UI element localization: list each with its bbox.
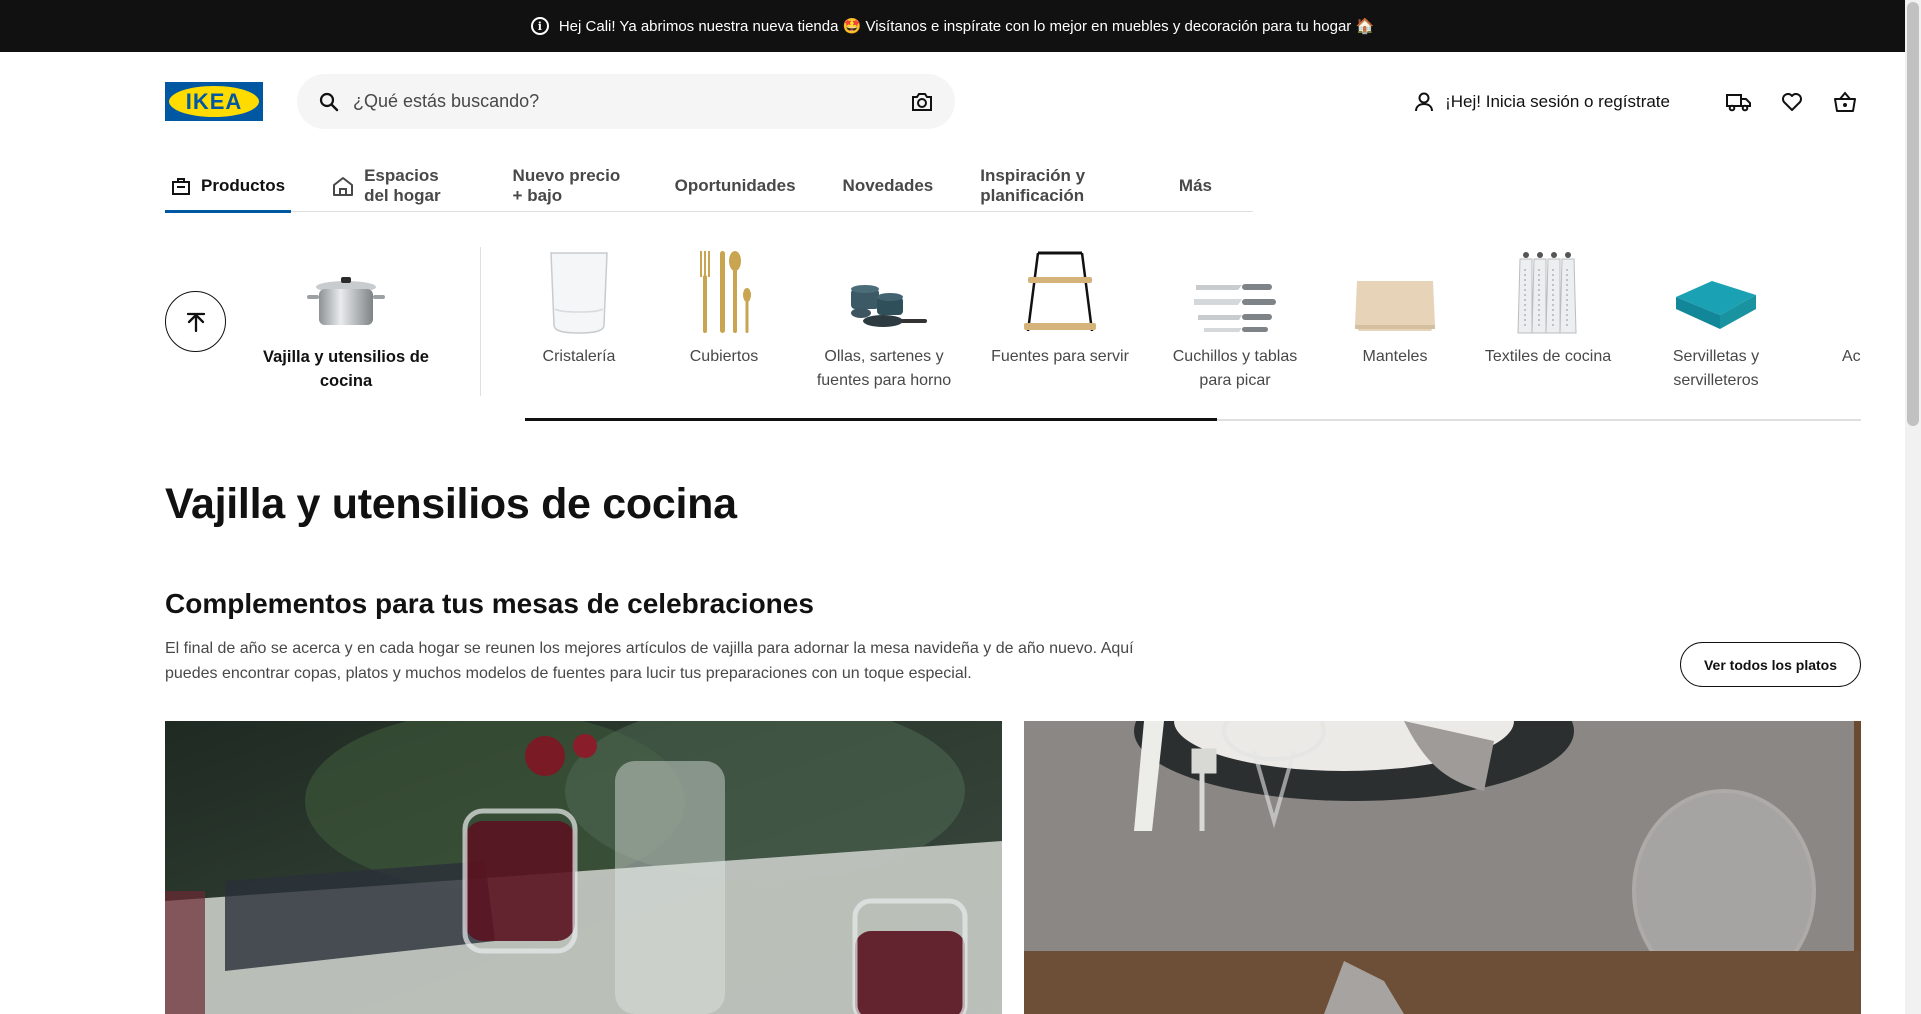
info-icon: i [530, 17, 549, 35]
camera-icon[interactable] [911, 92, 933, 112]
cookware-image [839, 245, 929, 335]
tab-mas[interactable]: Más [1173, 160, 1218, 212]
table-setting-photo[interactable] [1024, 721, 1861, 1014]
tab-label: Productos [201, 175, 286, 195]
category-label: Ac [1842, 348, 1861, 365]
heart-icon[interactable] [1774, 84, 1810, 120]
search-bar[interactable] [297, 74, 955, 129]
celebration-table-photo[interactable] [165, 721, 1002, 1014]
login-link[interactable]: ¡Hej! Inicia sesión o regístrate [1413, 91, 1670, 113]
tab-productos[interactable]: Productos [165, 160, 292, 213]
tab-espacios-del-hogar[interactable]: Espacios del hogar [326, 160, 471, 212]
knives-image [1190, 245, 1280, 335]
ikea-logo[interactable]: IKEA [165, 82, 263, 121]
truck-icon[interactable] [1721, 84, 1757, 120]
arrow-up-left-icon [185, 311, 207, 333]
category-current[interactable]: Vajilla y utensilios de cocina [258, 245, 434, 393]
header-actions: ¡Hej! Inicia sesión o regístrate [1413, 84, 1863, 120]
announcement-text: Hej Cali! Ya abrimos nuestra nueva tiend… [558, 18, 1375, 35]
logo-text: IKEA [185, 88, 243, 114]
category-fuentes-servir[interactable]: Fuentes para servir [988, 245, 1132, 369]
tab-label: Oportunidades [674, 175, 796, 195]
login-label: ¡Hej! Inicia sesión o regístrate [1445, 92, 1670, 111]
tab-label: Nuevo precio + bajo [512, 165, 621, 205]
back-button[interactable] [165, 291, 226, 352]
cutlery-image [694, 245, 754, 335]
main-nav: Productos Espacios del hogar Nuevo preci… [165, 160, 1253, 213]
tab-label: Más [1178, 175, 1212, 195]
category-label: Cristalería [542, 348, 616, 365]
glass-image [543, 245, 615, 335]
category-cuchillos-tablas[interactable]: Cuchillos y tablas para picar [1162, 245, 1308, 393]
category-label: Servilletas y servilleteros [1672, 348, 1760, 389]
tab-label: Inspiración y planificación [980, 165, 1086, 205]
announcement-bar[interactable]: i Hej Cali! Ya abrimos nuestra nueva tie… [0, 0, 1905, 52]
pot-image [301, 245, 391, 335]
category-partial[interactable]: Ac [1842, 245, 1861, 369]
page-title: Vajilla y utensilios de cocina [165, 480, 737, 528]
category-label: Cubiertos [689, 348, 759, 365]
category-label: Vajilla y utensilios de cocina [263, 348, 429, 390]
tab-label: Espacios del hogar [364, 165, 441, 205]
category-cristaleria[interactable]: Cristalería [529, 245, 629, 369]
category-divider [480, 247, 481, 396]
scrollbar-thumb[interactable] [1907, 2, 1919, 426]
page-scrollbar[interactable] [1905, 0, 1921, 1014]
category-cubiertos[interactable]: Cubiertos [674, 245, 774, 369]
serving-stand-image [1020, 245, 1100, 335]
tab-inspiracion[interactable]: Inspiración y planificación [974, 160, 1138, 212]
section-description: El final de año se acerca y en cada hoga… [165, 640, 1134, 682]
tab-novedades[interactable]: Novedades [837, 160, 940, 212]
section-title: Complementos para tus mesas de celebraci… [165, 588, 814, 619]
partial-image [1842, 245, 1861, 335]
tab-label: Novedades [842, 175, 934, 195]
user-icon [1413, 91, 1435, 113]
category-label: Textiles de cocina [1484, 348, 1612, 365]
search-input[interactable] [353, 91, 911, 112]
shopping-bag-icon [171, 176, 191, 196]
tab-nuevo-precio[interactable]: Nuevo precio + bajo [507, 160, 634, 212]
towels-image [1514, 245, 1582, 335]
see-all-plates-button[interactable]: Ver todos los platos [1680, 642, 1861, 687]
category-textiles-cocina[interactable]: Textiles de cocina [1475, 245, 1621, 369]
napkins-image [1672, 245, 1760, 335]
category-label: Manteles [1362, 348, 1428, 365]
category-label: Fuentes para servir [991, 348, 1129, 365]
tablecloth-image [1353, 245, 1437, 335]
home-icon [332, 176, 354, 196]
basket-icon[interactable] [1827, 84, 1863, 120]
category-label: Ollas, sartenes y fuentes para horno [816, 348, 952, 389]
category-ollas-sartenes[interactable]: Ollas, sartenes y fuentes para horno [806, 245, 962, 393]
search-icon[interactable] [319, 92, 339, 112]
category-servilletas[interactable]: Servilletas y servilleteros [1656, 245, 1776, 393]
category-scroll-thumb[interactable] [525, 418, 1217, 421]
category-label: Cuchillos y tablas para picar [1172, 348, 1298, 389]
tab-oportunidades[interactable]: Oportunidades [669, 160, 802, 212]
category-manteles[interactable]: Manteles [1345, 245, 1445, 369]
